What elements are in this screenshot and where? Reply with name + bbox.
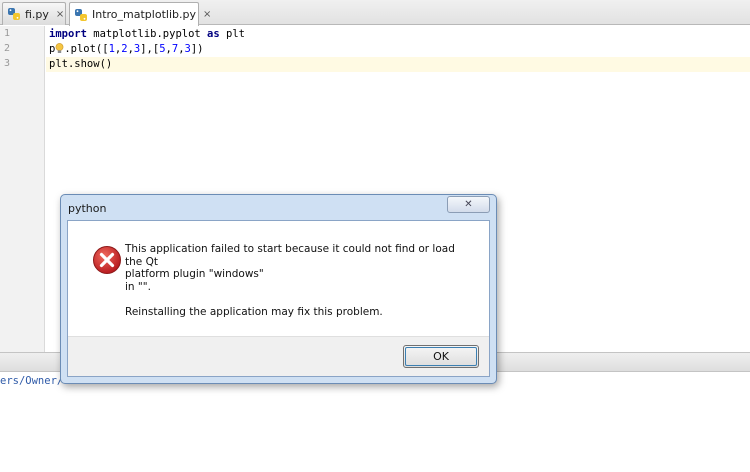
- ok-button-label: OK: [433, 350, 449, 363]
- python-file-icon: [7, 7, 21, 21]
- tab-fi-py[interactable]: fi.py ×: [2, 2, 66, 25]
- keyword: import: [49, 28, 87, 40]
- message-line: platform plugin "windows": [125, 268, 264, 280]
- code-text: plt: [219, 28, 245, 40]
- dialog-button-bar: OK: [68, 336, 489, 376]
- tab-intro-matplotlib-py[interactable]: Intro_matplotlib.py ×: [69, 2, 211, 26]
- dialog-title: python: [68, 202, 107, 215]
- editor-tab-bar: fi.py × Intro_matplotlib.py ×: [0, 0, 750, 26]
- dialog-message: This application failed to start because…: [125, 243, 475, 319]
- message-line: Reinstalling the application may fix thi…: [125, 306, 383, 318]
- code-line-1[interactable]: import matplotlib.pyplot as plt: [49, 27, 245, 42]
- code-text: ]): [190, 43, 204, 55]
- close-tab-icon[interactable]: ×: [56, 9, 64, 20]
- code-text: ],[: [140, 43, 160, 55]
- close-tab-icon[interactable]: ×: [203, 9, 211, 20]
- close-icon: ✕: [464, 199, 473, 210]
- line-number: 3: [4, 58, 11, 69]
- current-line-highlight: [46, 57, 750, 72]
- error-icon: [92, 245, 122, 275]
- keyword: as: [207, 28, 220, 40]
- run-console[interactable]: ers/Owner/: [0, 373, 750, 472]
- code-line-2[interactable]: p .plot([1,2,3],[5,7,3]): [49, 42, 204, 57]
- error-dialog: python ✕ This application failed to star…: [60, 194, 497, 384]
- tab-label: Intro_matplotlib.py: [92, 8, 196, 21]
- message-line: This application failed to start because…: [125, 243, 455, 268]
- dialog-body: This application failed to start because…: [67, 220, 490, 377]
- lightbulb-icon[interactable]: [55, 43, 64, 54]
- dialog-close-button[interactable]: ✕: [447, 196, 490, 213]
- line-number: 2: [4, 43, 11, 54]
- code-text: .plot([: [64, 43, 109, 55]
- line-number-gutter: 1 2 3: [0, 26, 45, 352]
- ok-button[interactable]: OK: [403, 345, 479, 368]
- code-line-3[interactable]: plt.show(): [49, 57, 112, 72]
- python-file-icon: [74, 8, 88, 22]
- tab-label: fi.py: [25, 7, 49, 21]
- code-text: matplotlib.pyplot: [86, 28, 208, 40]
- line-number: 1: [4, 28, 11, 39]
- message-line: in "".: [125, 280, 151, 293]
- console-path-link[interactable]: ers/Owner/: [0, 375, 63, 387]
